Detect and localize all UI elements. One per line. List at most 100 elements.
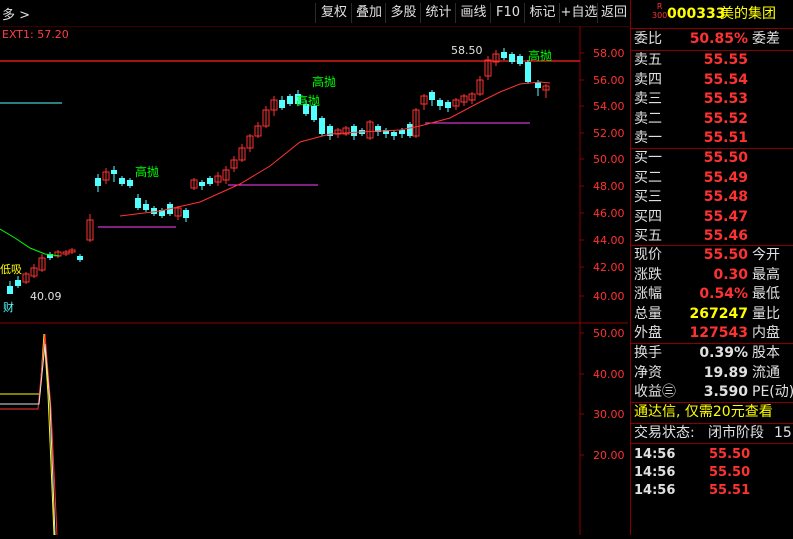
statistics-button[interactable]: 统计 [420,3,456,23]
tick-row: 14:56 55.51 [631,480,793,501]
candle-body-down [319,118,325,134]
row-value: 55.52 [703,110,748,127]
row-label: 买五 [634,228,662,244]
trade-status-label: 交易状态: [634,425,695,441]
axis-tick-label: 40.00 [593,290,625,303]
overlay-button[interactable]: 叠加 [351,3,386,23]
axis-tick-label: 54.00 [593,100,625,113]
ask-row: 卖五 55.55 [631,50,793,71]
ask-row: 卖一 55.51 [631,128,793,149]
candle-body-down [135,198,141,208]
axis-tick-label: 50.00 [593,327,625,340]
candle-body-down [77,256,83,260]
finance-marker: 财 [3,300,14,314]
mark-button[interactable]: 标记 [524,3,560,23]
back-button[interactable]: 返回 [597,3,630,23]
period-menu[interactable]: 多 > [2,4,30,23]
buy-signal-label: 低吸 [0,263,22,276]
row-label: 换手 [634,345,662,361]
axis-tick-label: 58.00 [593,47,625,60]
multi-stock-button[interactable]: 多股 [385,3,421,23]
trade-status-row: 交易状态: 闭市阶段 15: [631,423,793,444]
stock-code: 000333 [667,6,726,22]
candle-body-down [287,96,293,104]
row-value: 3.590 [703,384,748,400]
badge-bottom: 300 [652,11,668,20]
row-label: 买三 [634,189,662,205]
candle-body-down [437,100,443,106]
indicator-line-yellow [0,333,55,536]
fuquan-button[interactable]: 复权 [315,3,352,23]
indicator-line-red [0,333,58,536]
row-value: 55.51 [703,130,748,146]
quote-row: 外盘 127543 内盘 [631,323,793,344]
row-value: 55.53 [703,91,748,107]
row-label: 涨跌 [634,266,662,283]
row-value: 55.50 [703,247,748,263]
sell-signal-label: 高抛 [296,93,320,108]
candle-body-down [95,178,101,186]
row-label: 买四 [634,208,662,225]
badge-top: R [656,2,663,11]
candle-body-down [207,178,213,184]
f10-button[interactable]: F10 [490,3,525,23]
candle-body-down [143,204,149,210]
finance-row: 换手 0.39% 股本 [631,343,793,364]
add-watchlist-button[interactable]: +自选 [559,3,598,23]
row-value: 55.54 [703,71,748,88]
candle-body-down [525,62,531,82]
quote-row: 涨跌 0.30 最高 [631,265,793,286]
candle-body-down [501,52,507,58]
promo-text[interactable]: 通达信, 仅需20元查看 [634,402,773,423]
axis-tick-label: 46.00 [593,207,625,220]
row-value: 55.46 [703,228,748,244]
candle-body-down [429,92,435,100]
bid-row: 买一 55.50 [631,148,793,169]
draw-line-button[interactable]: 画线 [455,3,491,23]
axis-tick-label: 50.00 [593,153,625,166]
candle-body-down [183,210,189,218]
promo-banner[interactable]: 通达信, 仅需20元查看 [631,402,793,423]
weibi-row: 委比 50.85% 委差 [631,29,793,50]
weibi-value: 50.85% [689,31,748,47]
row-label-2: 内盘 [752,325,780,341]
row-label: 现价 [634,247,662,263]
quote-panel: R 300 000333 美的集团 委比 50.85% 委差 卖五 55.55 卖四… [630,0,793,535]
price-axis: 58.00 56.00 54.00 52.00 50.00 48.00 46.00 44.00… [580,47,625,303]
candle-body-down [517,56,523,64]
axis-tick-label: 30.00 [593,408,625,421]
ma-line [119,81,551,217]
bid-row: 买三 55.48 [631,187,793,208]
kline-chart[interactable]: EXT1: 57.20 58.00 56.00 54.00 52.00 50.00 48.… [0,26,628,536]
row-value: 19.89 [703,364,748,381]
candlesticks [7,48,550,294]
row-label: 总量 [634,305,662,322]
candle-body-down [7,286,13,294]
moving-average [0,81,551,257]
row-value: 55.48 [703,189,748,205]
row-label-2: 今开 [752,247,780,263]
candle-body-down [15,280,21,286]
chart-canvas[interactable]: EXT1: 57.20 58.00 56.00 54.00 52.00 50.00 48.… [0,26,628,536]
row-value: 127543 [689,325,748,341]
sell-signal-label: 高抛 [135,164,159,179]
row-value: 55.50 [703,150,748,166]
row-label: 涨幅 [634,286,662,302]
candle-body-down [127,180,133,186]
row-label: 卖三 [634,91,662,107]
sell-signal-label: 高抛 [528,48,552,63]
row-value: 0.54% [699,286,748,302]
candle-body-down [119,178,125,184]
row-label: 卖四 [634,71,662,88]
candle-body-down [199,182,205,186]
row-value: 55.49 [703,169,748,186]
row-label: 卖一 [634,130,662,146]
candle-body-down [111,170,117,174]
candle-body-down [509,54,515,62]
candle-body-down [351,126,357,136]
axis-tick-label: 44.00 [593,234,625,247]
row-label-2: 最低 [752,286,780,302]
stock-name: 美的集团 [720,6,776,22]
axis-tick-label: 20.00 [593,449,625,462]
finance-row: 收益㊂ 3.590 PE(动) [631,382,793,403]
